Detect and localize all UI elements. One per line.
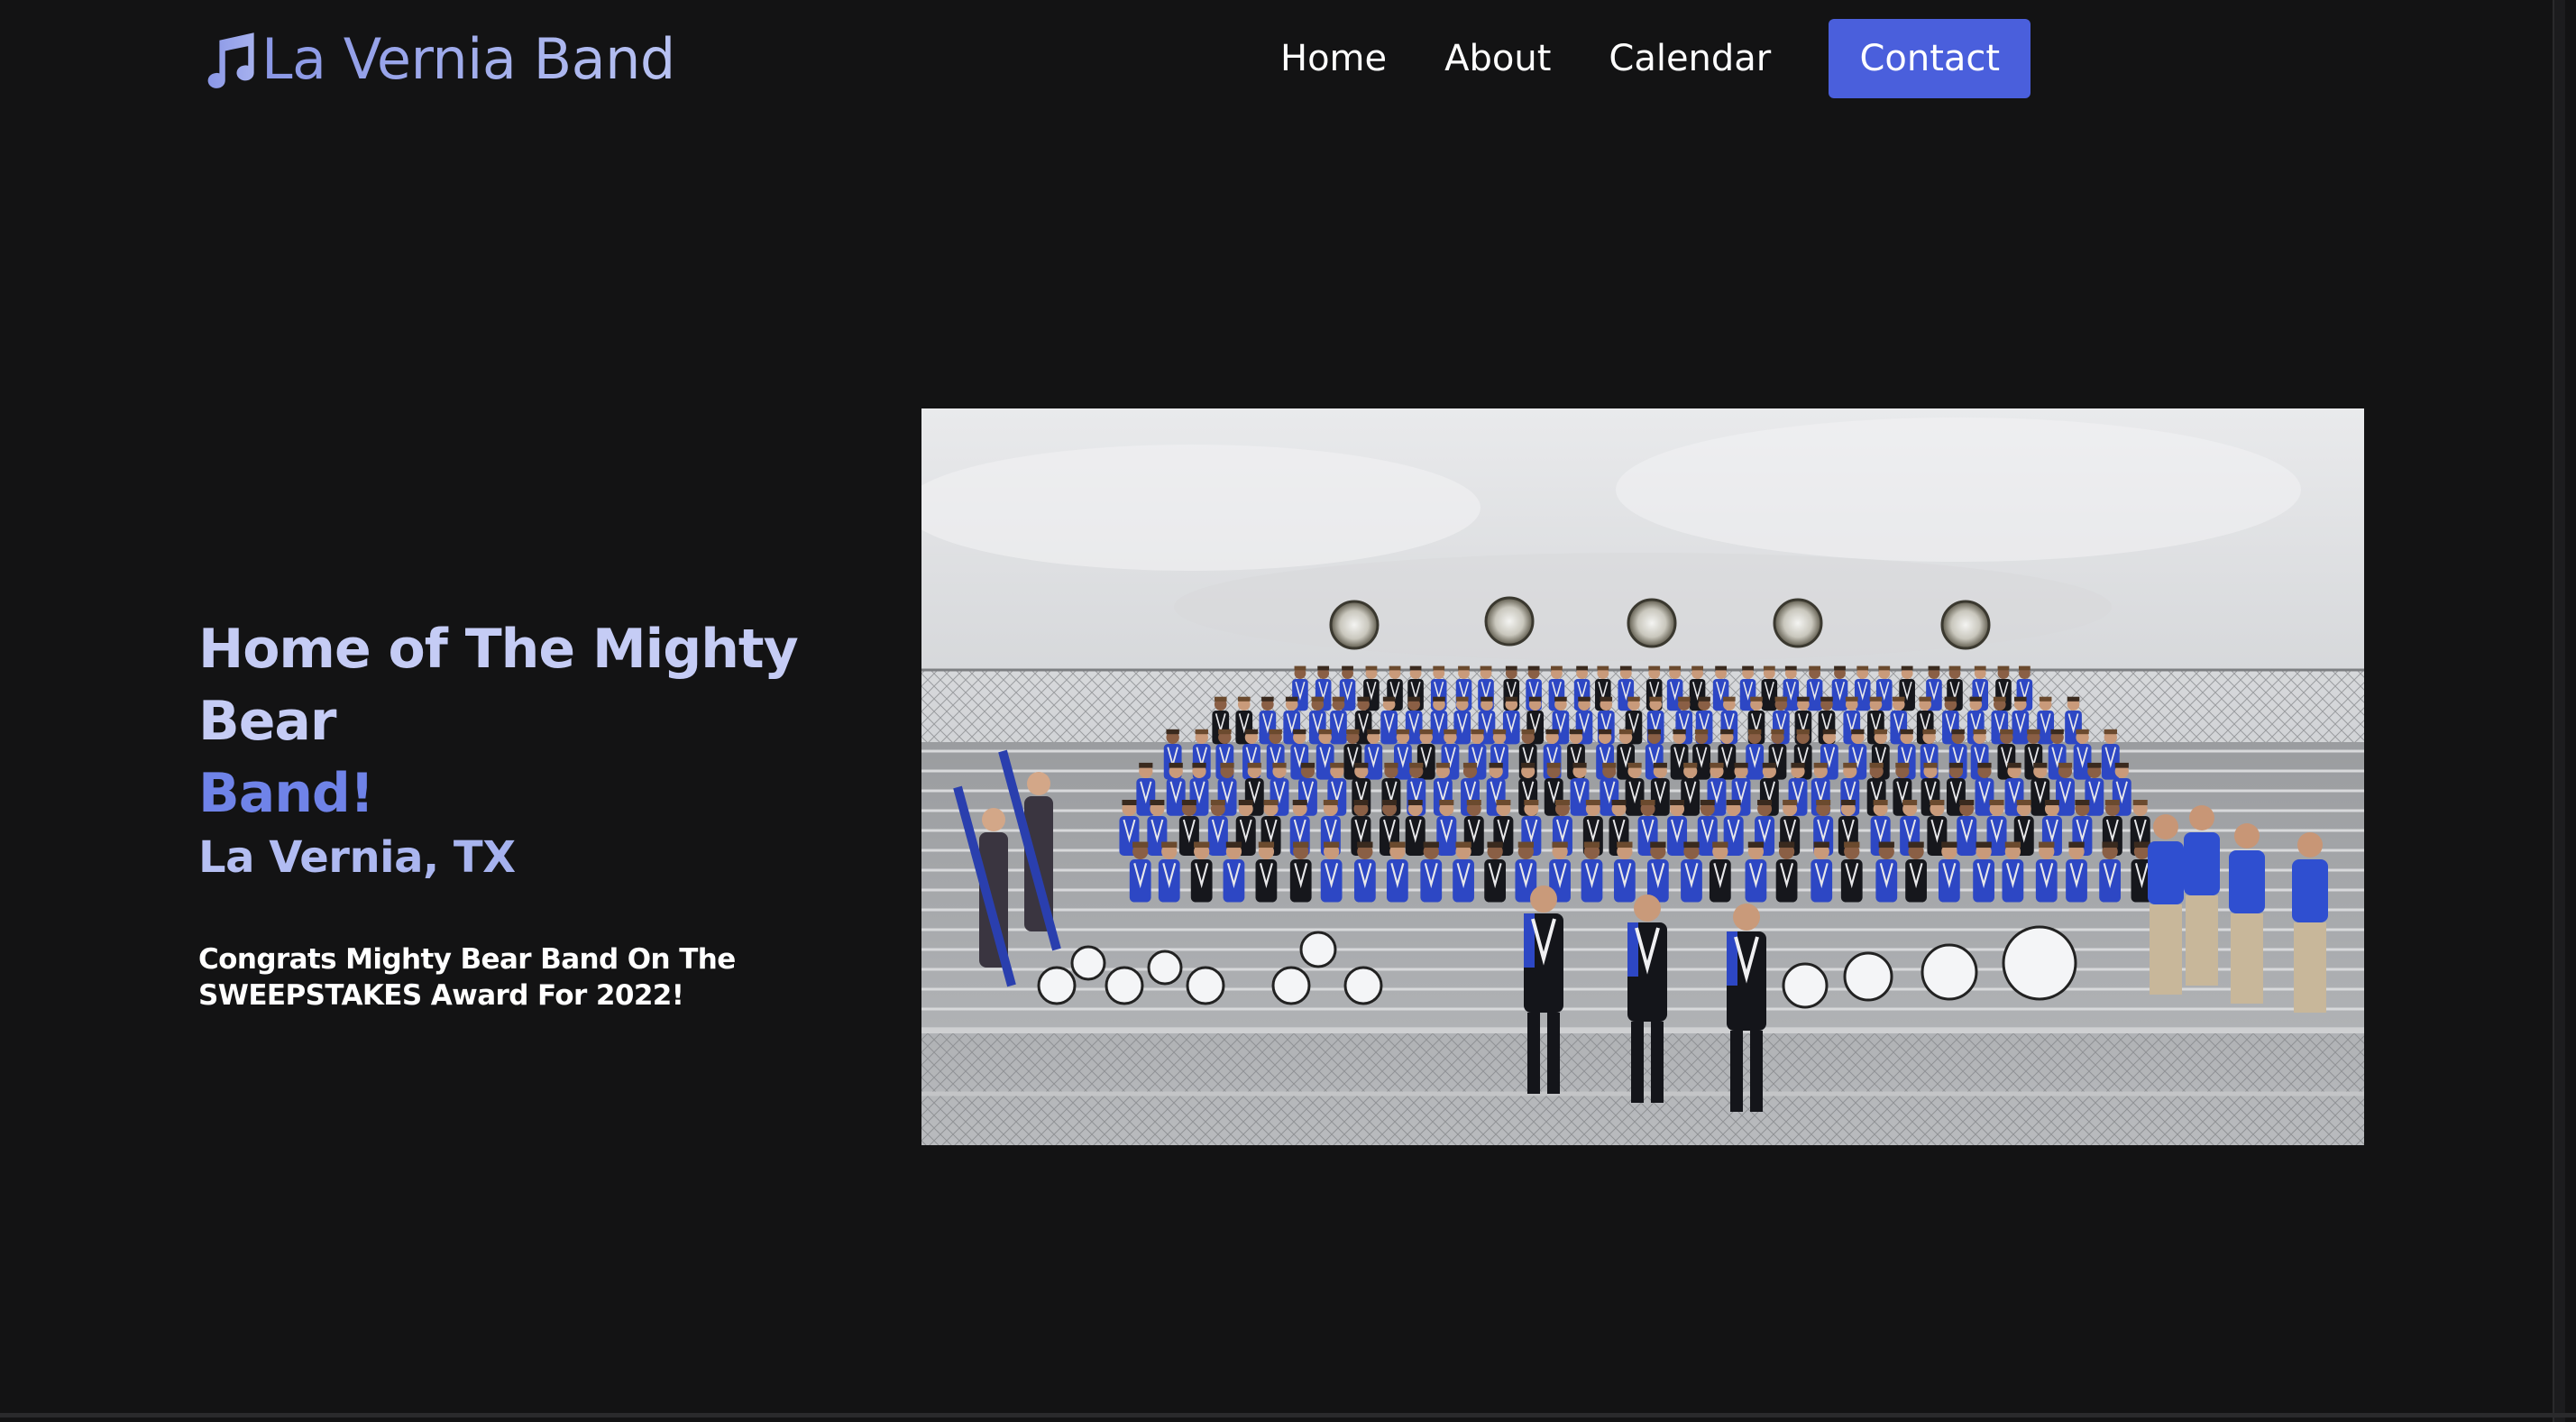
navbar: La Vernia Band Home About Calendar Conta… (0, 0, 2565, 117)
hero-title-accent: Band! (198, 762, 374, 825)
hero-title: Home of The Mighty Bear Band! (198, 613, 920, 830)
page: La Vernia Band Home About Calendar Conta… (0, 0, 2576, 1422)
music-note-icon (207, 32, 254, 88)
window-edge (2553, 0, 2565, 1422)
window-bottom-edge (0, 1413, 2576, 1417)
brand-name: La Vernia Band (261, 26, 675, 92)
nav-home-link[interactable]: Home (1280, 38, 1387, 79)
hero-section: Home of The Mighty Bear Band! La Vernia, … (198, 613, 920, 1014)
hero-location: La Vernia, TX (198, 830, 920, 885)
hero-title-main: Home of The Mighty Bear (198, 618, 799, 753)
nav-about-link[interactable]: About (1444, 38, 1551, 79)
contact-button[interactable]: Contact (1829, 19, 2031, 98)
band-group-photo (921, 408, 2364, 1145)
hero-description: Congrats Mighty Bear Band On The SWEEPST… (198, 943, 736, 1012)
brand-logo-link[interactable]: La Vernia Band (198, 25, 675, 94)
main-nav: Home About Calendar Contact (1280, 19, 2031, 98)
band-photo-illustration (921, 408, 2364, 1145)
nav-calendar-link[interactable]: Calendar (1609, 38, 1771, 79)
